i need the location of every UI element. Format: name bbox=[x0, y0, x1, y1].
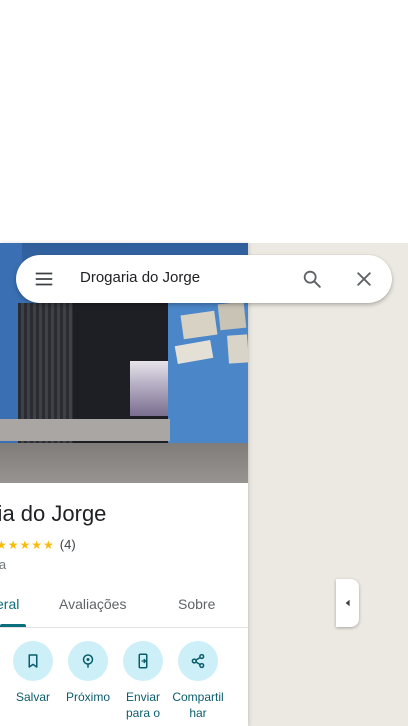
nearby-button[interactable]: Próximo bbox=[60, 641, 116, 705]
close-icon bbox=[357, 272, 371, 286]
tab-about[interactable]: Sobre bbox=[178, 596, 215, 612]
search-button[interactable] bbox=[300, 267, 324, 291]
place-title: aria do Jorge bbox=[0, 501, 107, 526]
bookmark-icon bbox=[28, 654, 38, 668]
place-panel: aria do Jorge ★★★★★ (4) ia eral Avaliaçõ… bbox=[0, 243, 248, 726]
share-button[interactable]: Compartilhar bbox=[170, 641, 226, 721]
place-category[interactable]: ia bbox=[0, 557, 6, 572]
active-tab-indicator bbox=[0, 624, 26, 627]
tab-bar: eral Avaliações Sobre bbox=[0, 591, 248, 628]
send-label: Enviar para o bbox=[125, 690, 161, 720]
save-label: Salvar bbox=[15, 690, 50, 704]
search-input[interactable]: Drogaria do Jorge bbox=[80, 269, 200, 286]
map-canvas[interactable] bbox=[248, 243, 408, 726]
nearby-icon-circle bbox=[68, 641, 108, 681]
clear-search-button[interactable] bbox=[352, 267, 376, 291]
send-to-phone-button[interactable]: Enviar para o bbox=[115, 641, 171, 721]
search-icon bbox=[303, 270, 321, 288]
save-button[interactable]: Salvar bbox=[5, 641, 61, 705]
send-icon-circle bbox=[123, 641, 163, 681]
rating-row: ★★★★★ (4) bbox=[0, 537, 76, 552]
share-icon-circle bbox=[178, 641, 218, 681]
tab-overview[interactable]: eral bbox=[0, 596, 19, 612]
share-label: Compartilhar bbox=[172, 690, 224, 720]
menu-button[interactable] bbox=[32, 267, 56, 291]
collapse-arrow-icon bbox=[345, 599, 350, 607]
review-count[interactable]: (4) bbox=[60, 537, 76, 552]
nearby-label: Próximo bbox=[65, 690, 110, 704]
share-icon bbox=[191, 653, 205, 669]
star-rating-icon: ★★★★★ bbox=[0, 537, 55, 552]
send-to-phone-icon bbox=[138, 653, 148, 669]
nearby-icon bbox=[82, 654, 94, 668]
search-bar: Drogaria do Jorge bbox=[16, 255, 392, 303]
menu-icon bbox=[35, 272, 53, 286]
save-icon-circle bbox=[13, 641, 53, 681]
tab-reviews[interactable]: Avaliações bbox=[59, 596, 126, 612]
collapse-panel-button[interactable] bbox=[336, 579, 359, 627]
